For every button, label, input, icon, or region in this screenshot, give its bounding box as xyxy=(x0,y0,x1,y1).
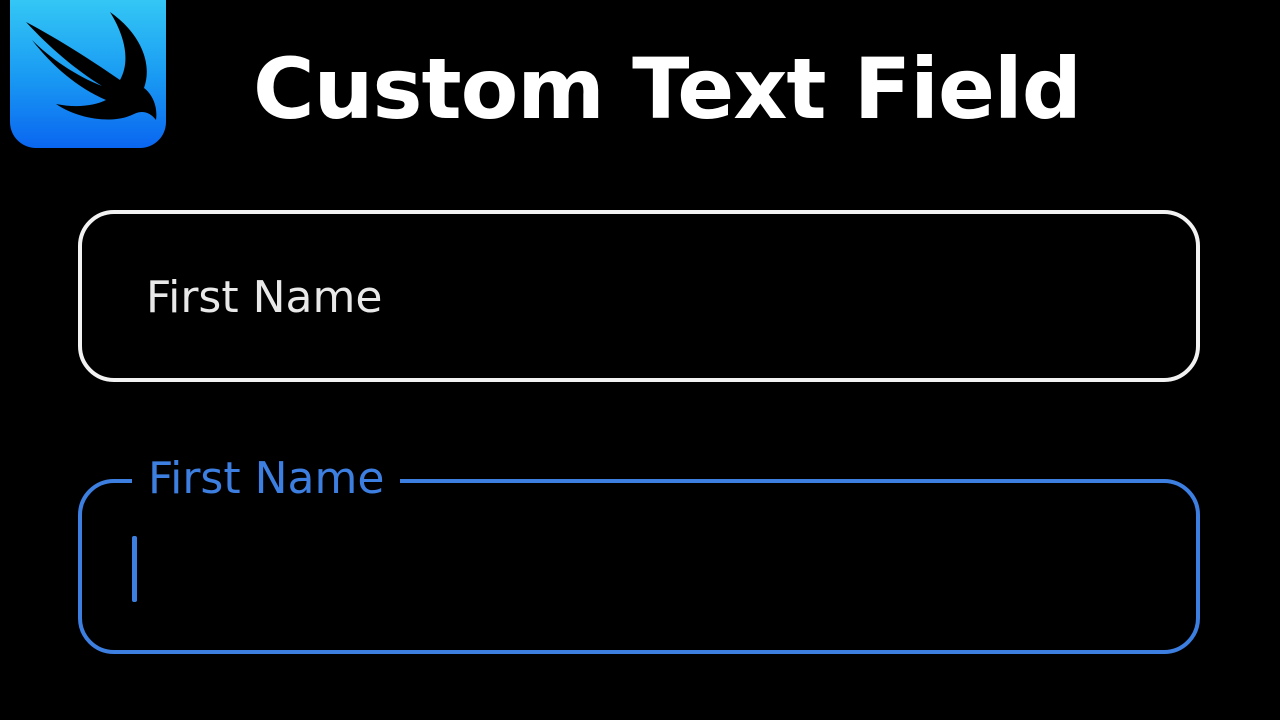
first-name-floating-label: First Name xyxy=(132,453,401,505)
swift-bird-icon xyxy=(26,12,157,120)
swift-logo-icon xyxy=(10,0,166,148)
first-name-placeholder: First Name xyxy=(146,272,383,323)
text-cursor xyxy=(132,536,137,602)
page-title: Custom Text Field xyxy=(253,40,1082,138)
first-name-text-field[interactable]: First Name xyxy=(78,210,1200,382)
first-name-text-field-focused[interactable]: First Name xyxy=(78,453,1200,654)
